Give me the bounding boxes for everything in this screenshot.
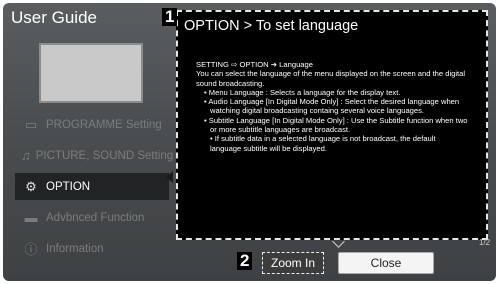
close-button[interactable]: Close bbox=[338, 252, 434, 274]
menu-item-label: PROGRAMME Setting bbox=[46, 118, 162, 131]
panel-title: OPTION > To set language bbox=[184, 18, 359, 34]
callout-1: 1 bbox=[162, 8, 178, 26]
menu-item-programme[interactable]: ▭ PROGRAMME Setting bbox=[17, 111, 169, 138]
body-line: • Subtitle Language [In Digital Mode Onl… bbox=[204, 115, 468, 125]
zoom-in-button[interactable]: Zoom In bbox=[262, 252, 324, 274]
gear-icon: ⚙ bbox=[25, 178, 37, 194]
page-indicator: 1/2 bbox=[479, 238, 491, 247]
info-icon: ⓘ bbox=[24, 242, 38, 257]
menu-item-label: Information bbox=[46, 242, 104, 255]
body-line: watching digital broadcasting containg s… bbox=[210, 106, 425, 116]
sidebar-menu: ▭ PROGRAMME Setting ♫ PICTURE, SOUND Set… bbox=[15, 111, 173, 266]
body-line: language subtitle will be displayed. bbox=[210, 143, 327, 153]
picture-sound-icon: ♫ bbox=[21, 148, 31, 163]
menu-item-option[interactable]: ⚙ OPTION bbox=[15, 173, 169, 200]
body-line: sound broadcasting. bbox=[196, 78, 265, 88]
body-line: or more subtitle languages are broadcast… bbox=[210, 125, 351, 135]
menu-item-information[interactable]: ⓘ Information bbox=[17, 235, 169, 262]
menu-item-picture-sound[interactable]: ♫ PICTURE, SOUND Setting bbox=[17, 142, 173, 169]
body-line: SETTING ⇨ OPTION ➔ Language bbox=[196, 60, 313, 69]
advanced-icon: ▬ bbox=[24, 210, 38, 225]
body-line: • Menu Language : Selects a language for… bbox=[204, 87, 401, 97]
panel-body: SETTING ⇨ OPTION ➔ Language You can sele… bbox=[196, 60, 481, 153]
menu-item-label: Advbnced Function bbox=[46, 211, 145, 224]
menu-item-advanced[interactable]: ▬ Advbnced Function bbox=[17, 204, 169, 231]
menu-item-label: OPTION bbox=[46, 180, 91, 193]
callout-2: 2 bbox=[237, 252, 253, 270]
body-line: • If subtitle data in a selected languag… bbox=[210, 134, 436, 144]
page-title: User Guide bbox=[11, 8, 97, 27]
menu-item-label: PICTURE, SOUND Setting bbox=[35, 149, 174, 162]
selection-pointer bbox=[166, 171, 173, 183]
body-line: • Audio Language [In Digital Mode Only] … bbox=[204, 97, 460, 107]
preview-thumbnail bbox=[39, 43, 143, 103]
tv-icon: ▭ bbox=[24, 116, 38, 132]
body-line: You can select the language of the menu … bbox=[196, 69, 466, 79]
